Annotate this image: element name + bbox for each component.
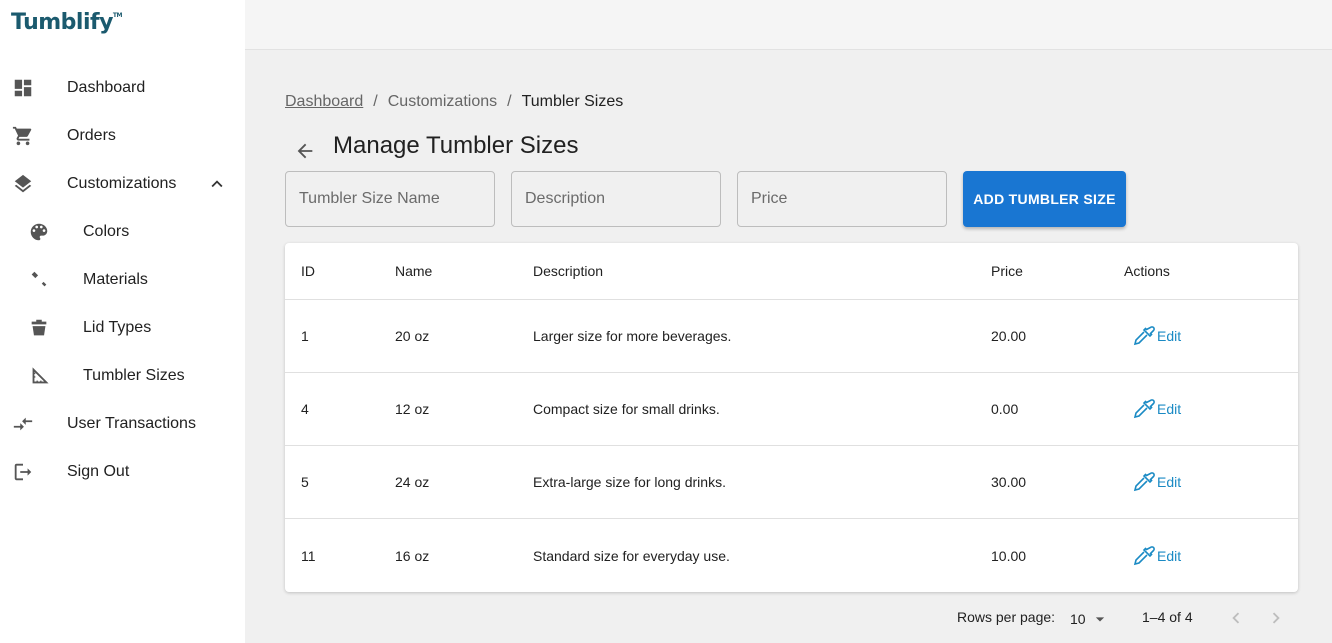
logout-icon: [11, 460, 35, 484]
ruler-icon: [27, 364, 51, 388]
sidebar: TumblifyTM Dashboard Orders Customizatio…: [0, 0, 245, 643]
compare-arrows-icon: [11, 412, 35, 436]
sidebar-item-label: Dashboard: [67, 79, 146, 96]
sidebar-item-label: User Transactions: [67, 415, 196, 432]
chevron-right-icon: [1272, 612, 1280, 624]
breadcrumb-separator: /: [507, 93, 512, 110]
page-title: Manage Tumbler Sizes: [333, 132, 579, 159]
sidebar-item-label: Colors: [83, 223, 130, 240]
table-row: 1 20 oz Larger size for more beverages. …: [285, 300, 1298, 373]
cell-description: Extra-large size for long drinks.: [533, 474, 726, 490]
sidebar-item-user-transactions[interactable]: User Transactions: [0, 400, 245, 448]
sidebar-item-orders[interactable]: Orders: [0, 112, 245, 160]
back-button[interactable]: [292, 139, 318, 163]
rows-per-page-label: Rows per page:: [957, 609, 1056, 625]
pagination-range: 1–4 of 4: [1142, 609, 1193, 625]
sidebar-item-colors[interactable]: Colors: [0, 208, 245, 256]
eyedropper-icon: [1133, 326, 1155, 346]
sidebar-item-materials[interactable]: Materials: [0, 256, 245, 304]
sidebar-item-dashboard[interactable]: Dashboard: [0, 64, 245, 112]
cell-id: 1: [301, 328, 309, 344]
table-row: 11 16 oz Standard size for everyday use.…: [285, 519, 1298, 592]
cell-description: Compact size for small drinks.: [533, 401, 720, 417]
edit-button[interactable]: Edit: [1132, 397, 1181, 421]
cell-description: Standard size for everyday use.: [533, 547, 730, 564]
top-app-bar: [245, 0, 1332, 50]
add-tumbler-size-button[interactable]: ADD TUMBLER SIZE: [963, 171, 1126, 227]
cell-id: 4: [301, 401, 309, 417]
sidebar-item-lid-types[interactable]: Lid Types: [0, 304, 245, 352]
breadcrumb-item-customizations[interactable]: Customizations: [388, 93, 497, 111]
cell-price: 0.00: [991, 401, 1019, 417]
eyedropper-icon: [1133, 399, 1155, 419]
edit-button[interactable]: Edit: [1132, 544, 1181, 568]
sidebar-item-tumbler-sizes[interactable]: Tumbler Sizes: [0, 352, 245, 400]
lid-icon: [27, 316, 51, 340]
table-row: 5 24 oz Extra-large size for long drinks…: [285, 446, 1298, 519]
eyedropper-icon: [1133, 545, 1155, 565]
previous-page-button[interactable]: [1224, 606, 1248, 630]
cell-id: 11: [301, 547, 316, 564]
cell-id: 5: [301, 474, 309, 490]
cell-description: Larger size for more beverages.: [533, 328, 732, 344]
breadcrumb-separator: /: [373, 93, 378, 110]
cell-name: 20 oz: [395, 328, 430, 344]
edit-label: Edit: [1157, 401, 1182, 417]
tumbler-size-name-input[interactable]: [285, 171, 495, 227]
cell-name: 12 oz: [395, 401, 430, 417]
sidebar-item-label: Sign Out: [67, 463, 130, 480]
edit-label: Edit: [1157, 474, 1182, 490]
sidebar-item-label: Tumbler Sizes: [83, 367, 185, 384]
table-row: 4 12 oz Compact size for small drinks. 0…: [285, 373, 1298, 446]
column-header-description: Description: [533, 263, 604, 279]
breadcrumb-link-dashboard[interactable]: Dashboard: [285, 93, 363, 111]
sidebar-item-label: Materials: [83, 271, 148, 288]
sidebar-item-customizations[interactable]: Customizations: [0, 160, 245, 208]
cart-icon: [11, 124, 35, 148]
dropdown-arrow-icon: [1095, 617, 1104, 622]
tumbler-sizes-table: ID Name Description Price Actions 1 20 o…: [285, 243, 1298, 592]
rows-per-page-value: 10: [1070, 611, 1086, 627]
edit-label: Edit: [1157, 547, 1182, 564]
rows-per-page-select[interactable]: 10: [1070, 609, 1110, 629]
sidebar-item-label: Lid Types: [83, 319, 152, 336]
logo[interactable]: TumblifyTM: [11, 10, 123, 35]
table-header-row: ID Name Description Price Actions: [285, 243, 1298, 300]
layers-icon: [11, 172, 35, 196]
breadcrumb-current: Tumbler Sizes: [521, 93, 624, 110]
cell-name: 16 oz: [395, 547, 430, 564]
edit-label: Edit: [1157, 328, 1182, 344]
column-header-actions: Actions: [1124, 263, 1170, 279]
arrow-back-icon: [297, 143, 313, 159]
edit-button[interactable]: Edit: [1132, 470, 1181, 494]
logo-text: Tumblify: [11, 10, 113, 35]
dashboard-icon: [11, 76, 35, 100]
palette-icon: [27, 220, 51, 244]
sidebar-item-label: Orders: [67, 127, 116, 144]
sidebar-item-label: Customizations: [67, 175, 177, 192]
cell-price: 10.00: [991, 547, 1027, 564]
breadcrumb: Dashboard / Customizations / Tumbler Siz…: [285, 93, 623, 111]
column-header-id: ID: [301, 263, 315, 279]
edit-button[interactable]: Edit: [1132, 324, 1181, 348]
chevron-up-icon[interactable]: [205, 172, 229, 196]
brush-icon: [27, 268, 51, 292]
next-page-button[interactable]: [1264, 606, 1288, 630]
price-input[interactable]: [737, 171, 947, 227]
eyedropper-icon: [1133, 472, 1155, 492]
cell-price: 30.00: [991, 474, 1027, 490]
logo-trademark: TM: [112, 12, 123, 19]
description-input[interactable]: [511, 171, 721, 227]
sidebar-item-sign-out[interactable]: Sign Out: [0, 448, 245, 496]
chevron-left-icon: [1232, 612, 1240, 624]
cell-price: 20.00: [991, 328, 1027, 344]
column-header-name: Name: [395, 263, 433, 279]
column-header-price: Price: [991, 263, 1023, 279]
cell-name: 24 oz: [395, 474, 430, 490]
